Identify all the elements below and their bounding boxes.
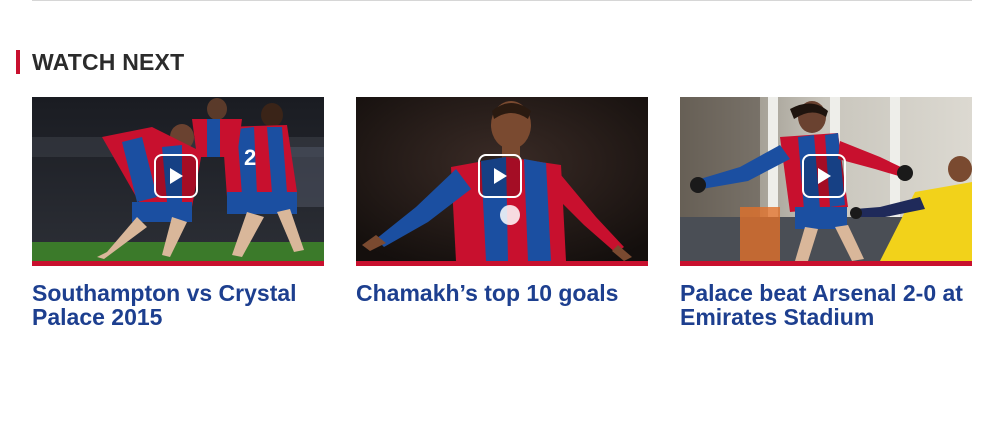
- play-icon: [170, 168, 183, 184]
- video-card[interactable]: Chamakh’s top 10 goals: [356, 97, 648, 305]
- thumbnail-stripe: [680, 261, 972, 266]
- play-icon: [818, 168, 831, 184]
- video-title-link[interactable]: Southampton vs Crystal Palace 2015: [32, 281, 324, 329]
- video-card[interactable]: 2 Southampton vs Crystal Palace 2015: [32, 97, 324, 329]
- video-card[interactable]: Palace beat Arsenal 2-0 at Emirates Stad…: [680, 97, 972, 329]
- divider: [32, 0, 972, 1]
- video-thumbnail[interactable]: [680, 97, 972, 261]
- video-thumbnail[interactable]: [356, 97, 648, 261]
- play-button[interactable]: [154, 154, 198, 198]
- section-title: WATCH NEXT: [32, 49, 185, 75]
- svg-text:2: 2: [244, 145, 256, 170]
- play-button[interactable]: [478, 154, 522, 198]
- play-icon: [494, 168, 507, 184]
- play-button[interactable]: [802, 154, 846, 198]
- watch-next-page: WATCH NEXT 2 Southampton vs Crystal Pala…: [0, 0, 1004, 445]
- thumbnail-stripe: [32, 261, 324, 266]
- video-title-link[interactable]: Chamakh’s top 10 goals: [356, 281, 648, 305]
- section-accent-bar: [16, 50, 20, 74]
- video-thumbnail[interactable]: 2: [32, 97, 324, 261]
- video-title-link[interactable]: Palace beat Arsenal 2-0 at Emirates Stad…: [680, 281, 972, 329]
- section-header: WATCH NEXT: [16, 49, 184, 75]
- thumbnail-stripe: [356, 261, 648, 266]
